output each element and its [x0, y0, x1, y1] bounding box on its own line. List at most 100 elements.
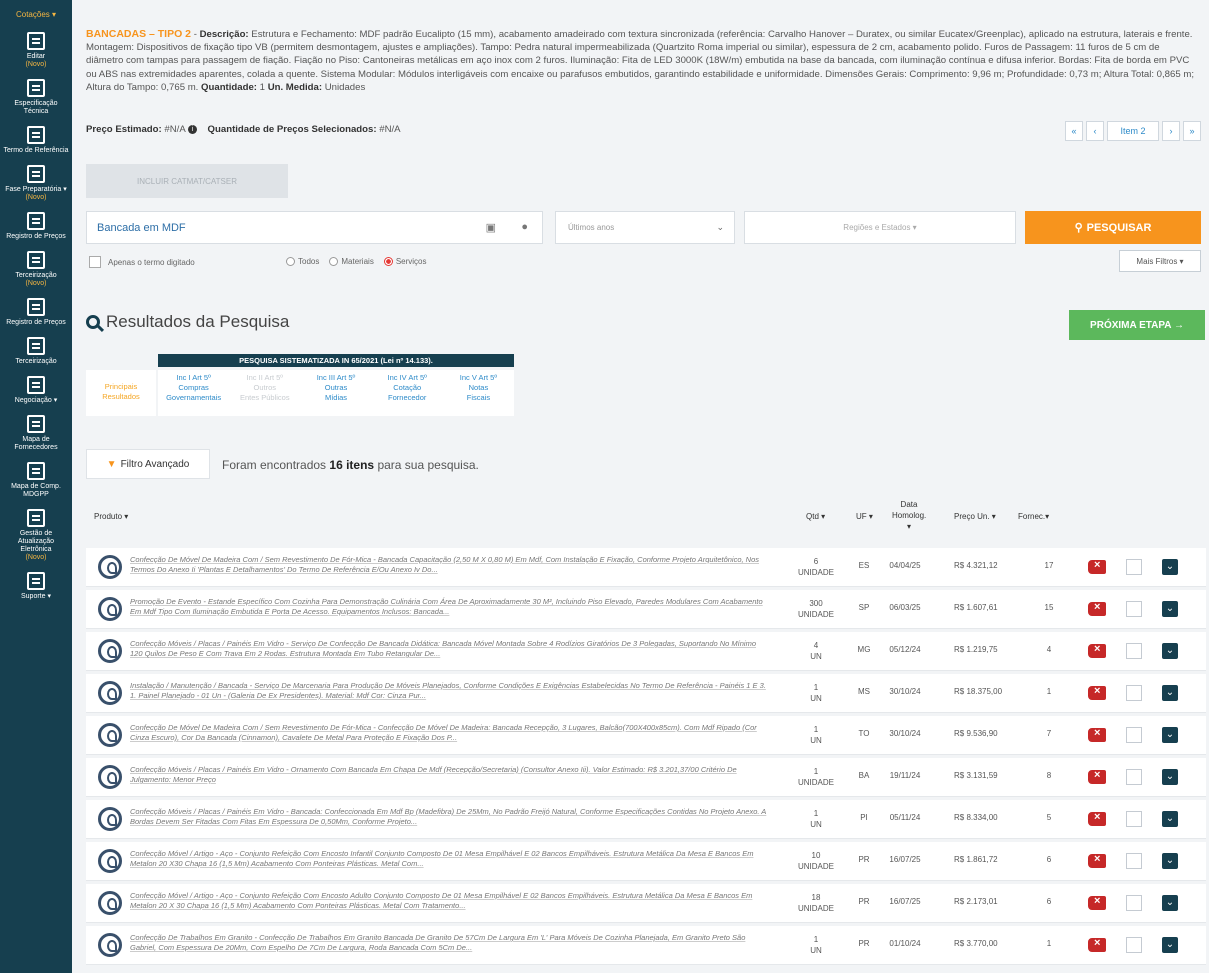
sidebar-item[interactable]: Suporte ▾: [0, 572, 72, 601]
description-label: Descrição:: [199, 29, 249, 40]
select-checkbox[interactable]: [1126, 937, 1142, 953]
register-icon: [27, 298, 45, 316]
sidebar-item[interactable]: Registro de Preços: [0, 298, 72, 327]
select-checkbox[interactable]: [1126, 769, 1142, 785]
product-link[interactable]: Promoção De Evento - Estande Específico …: [130, 597, 770, 619]
select-checkbox[interactable]: [1126, 727, 1142, 743]
pager-last-button[interactable]: »: [1183, 121, 1201, 141]
sidebar-item[interactable]: Termo de Referência: [0, 126, 72, 155]
table-header: Produto ▾ Qtd ▾ UF ▾ Data Homolog. ▾ Pre…: [86, 495, 1206, 539]
pager-first-button[interactable]: «: [1065, 121, 1083, 141]
remove-icon[interactable]: [1088, 559, 1106, 574]
product-link[interactable]: Instalação / Manutenção / Bancada - Serv…: [130, 681, 770, 703]
remove-icon[interactable]: [1088, 643, 1106, 658]
systematized-tab[interactable]: Inc I Art 5º Compras Governamentais: [158, 370, 229, 416]
remove-icon[interactable]: [1088, 895, 1106, 910]
pager-current[interactable]: Item 2: [1107, 121, 1159, 141]
sidebar-item[interactable]: Fase Preparatória ▾ (Novo): [0, 165, 72, 202]
remove-icon[interactable]: [1088, 601, 1106, 616]
select-checkbox[interactable]: [1126, 685, 1142, 701]
product-link[interactable]: Confecção Móveis / Placas / Painéis Em V…: [130, 807, 770, 829]
col-data[interactable]: Data Homolog. ▾: [892, 499, 926, 532]
radio-option[interactable]: Serviços: [383, 257, 427, 266]
expand-icon[interactable]: ⌄: [1162, 853, 1178, 869]
select-checkbox[interactable]: [1126, 559, 1142, 575]
select-checkbox[interactable]: [1126, 601, 1142, 617]
select-checkbox[interactable]: [1126, 643, 1142, 659]
price-cell: R$ 9.536,90: [954, 729, 998, 738]
regions-select[interactable]: Regiões e Estados ▾: [744, 211, 1016, 244]
systematized-tab[interactable]: Inc III Art 5º Outras Mídias: [300, 370, 371, 416]
systematized-tab[interactable]: Inc V Art 5º Notas Fiscais: [443, 370, 514, 416]
info-icon[interactable]: i: [187, 124, 197, 134]
radio-icon[interactable]: [329, 257, 339, 266]
exact-term-checkbox[interactable]: [89, 256, 101, 268]
sidebar-item[interactable]: Mapa de Comp. MDGPP: [0, 462, 72, 499]
advanced-filter-button[interactable]: ▼ Filtro Avançado: [86, 449, 210, 479]
col-qtd[interactable]: Qtd ▾: [806, 512, 825, 521]
col-produto[interactable]: Produto ▾: [94, 512, 128, 521]
uf-cell: PI: [860, 813, 868, 822]
expand-icon[interactable]: ⌄: [1162, 601, 1178, 617]
sidebar-cotacoes[interactable]: Cotações ▾: [0, 0, 72, 22]
sidebar-item[interactable]: Terceirização: [0, 337, 72, 366]
expand-icon[interactable]: ⌄: [1162, 937, 1178, 953]
select-checkbox[interactable]: [1126, 853, 1142, 869]
product-link[interactable]: Confecção De Trabalhos Em Granito - Conf…: [130, 933, 770, 955]
sidebar-item-label: Editar: [26, 53, 46, 60]
col-fornec[interactable]: Fornec.▾: [1018, 512, 1049, 521]
remove-icon[interactable]: [1088, 727, 1106, 742]
expand-icon[interactable]: ⌄: [1162, 811, 1178, 827]
sidebar-item[interactable]: Terceirização (Novo): [0, 251, 72, 288]
microphone-icon[interactable]: ●: [521, 221, 528, 233]
product-link[interactable]: Confecção Móveis / Placas / Painéis Em V…: [130, 765, 770, 787]
radio-option[interactable]: Todos: [286, 257, 319, 266]
main-results-tab[interactable]: Principais Resultados: [86, 370, 156, 416]
years-select[interactable]: Últimos anos ⌄: [555, 211, 735, 244]
outsourcing-icon: [27, 337, 45, 355]
expand-icon[interactable]: ⌄: [1162, 559, 1178, 575]
pager-next-button[interactable]: ›: [1162, 121, 1180, 141]
camera-icon[interactable]: ▣: [486, 221, 496, 234]
col-preco[interactable]: Preço Un. ▾: [954, 512, 996, 521]
sidebar-item[interactable]: Especificação Técnica: [0, 79, 72, 116]
qty-value: 1: [813, 725, 819, 734]
expand-icon[interactable]: ⌄: [1162, 769, 1178, 785]
sidebar-item[interactable]: Mapa de Fornecedores: [0, 415, 72, 452]
pager-prev-button[interactable]: ‹: [1086, 121, 1104, 141]
systematized-tab[interactable]: Inc II Art 5º Outros Entes Públicos: [229, 370, 300, 416]
search-button[interactable]: ⚲ PESQUISAR: [1025, 211, 1201, 244]
remove-icon[interactable]: [1088, 769, 1106, 784]
sidebar-item[interactable]: Editar (Novo): [0, 32, 72, 69]
product-link[interactable]: Confecção Móvel / Artigo - Aço - Conjunt…: [130, 891, 770, 913]
expand-icon[interactable]: ⌄: [1162, 685, 1178, 701]
col-uf[interactable]: UF ▾: [856, 512, 873, 521]
systematized-tab[interactable]: Inc IV Art 5º Cotação Fornecedor: [372, 370, 443, 416]
expand-icon[interactable]: ⌄: [1162, 895, 1178, 911]
product-link[interactable]: Confecção Móvel / Artigo - Aço - Conjunt…: [130, 849, 770, 871]
product-link[interactable]: Confecção De Móvel De Madeira Com / Sem …: [130, 555, 770, 577]
quantity-cell: 10 UNIDADE: [786, 850, 846, 872]
radio-icon[interactable]: [383, 257, 393, 266]
more-filters-button[interactable]: Mais Filtros ▾: [1119, 250, 1201, 272]
product-link[interactable]: Confecção De Móvel De Madeira Com / Sem …: [130, 723, 770, 745]
product-link[interactable]: Confecção Móveis / Placas / Painéis Em V…: [130, 639, 770, 661]
include-catmat-button[interactable]: INCLUIR CATMAT/CATSER: [86, 164, 288, 198]
date-cell: 19/11/24: [889, 771, 921, 780]
remove-icon[interactable]: [1088, 811, 1106, 826]
sidebar-item[interactable]: Gestão de Atualização Eletrônica (Novo): [0, 509, 72, 562]
sidebar-item[interactable]: Registro de Preços: [0, 212, 72, 241]
remove-icon[interactable]: [1088, 937, 1106, 952]
next-step-button[interactable]: PRÓXIMA ETAPA →: [1069, 310, 1205, 340]
radio-icon[interactable]: [286, 257, 295, 266]
sidebar-item[interactable]: Negociação ▾: [0, 376, 72, 405]
remove-icon[interactable]: [1088, 685, 1106, 700]
expand-icon[interactable]: ⌄: [1162, 643, 1178, 659]
remove-icon[interactable]: [1088, 853, 1106, 868]
search-input[interactable]: Bancada em MDF ▣ ●: [86, 211, 543, 244]
sidebar-item-label: Registro de Preços: [6, 319, 66, 326]
expand-icon[interactable]: ⌄: [1162, 727, 1178, 743]
radio-option[interactable]: Materiais: [329, 257, 374, 266]
select-checkbox[interactable]: [1126, 811, 1142, 827]
select-checkbox[interactable]: [1126, 895, 1142, 911]
